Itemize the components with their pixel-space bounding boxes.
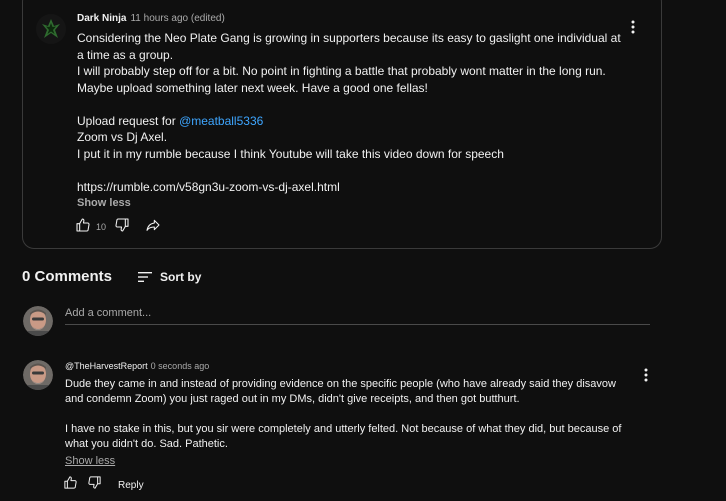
post-line: I put it in my rumble because I think Yo… bbox=[77, 146, 504, 161]
post-meta: Dark Ninja 11 hours ago (edited) bbox=[77, 13, 225, 24]
post-line: Considering the Neo Plate Gang is growin… bbox=[77, 31, 621, 62]
sort-icon bbox=[138, 271, 153, 282]
sort-by-button[interactable]: Sort by bbox=[138, 270, 201, 284]
comment-show-less[interactable]: Show less bbox=[65, 455, 115, 467]
post-actions: 10 bbox=[75, 217, 162, 238]
user-avatar[interactable] bbox=[23, 306, 53, 336]
comment-body: Dude they came in and instead of providi… bbox=[65, 377, 635, 452]
comment-author-handle[interactable]: @TheHarvestReport bbox=[65, 361, 148, 371]
comments-count: 0 Comments bbox=[22, 268, 113, 285]
add-comment-input[interactable]: Add a comment... bbox=[65, 307, 151, 319]
post-more-icon[interactable] bbox=[626, 18, 640, 36]
upload-request-line: Upload request for @meatball5336 bbox=[77, 113, 622, 130]
dislike-icon[interactable] bbox=[87, 475, 102, 495]
post-body: Considering the Neo Plate Gang is growin… bbox=[77, 30, 622, 212]
post-time[interactable]: 11 hours ago (edited) bbox=[130, 13, 224, 24]
comments-header: 0 Comments Sort by bbox=[22, 268, 201, 285]
reply-button[interactable]: Reply bbox=[118, 480, 144, 491]
comment-meta: @TheHarvestReport 0 seconds ago bbox=[65, 361, 209, 371]
like-count: 10 bbox=[96, 222, 107, 232]
post-line: I will probably step off for a bit. No p… bbox=[77, 64, 606, 78]
post-line: Maybe upload something later next week. … bbox=[77, 80, 428, 95]
post-show-less[interactable]: Show less bbox=[77, 195, 622, 212]
post-author-name[interactable]: Dark Ninja bbox=[77, 13, 126, 24]
post-author-avatar[interactable] bbox=[36, 14, 66, 44]
comment-more-icon[interactable] bbox=[639, 366, 653, 384]
add-comment-underline bbox=[65, 324, 650, 325]
comment-actions: Reply bbox=[63, 476, 144, 494]
like-icon[interactable] bbox=[63, 475, 78, 495]
post-line: Zoom vs Dj Axel. bbox=[77, 130, 168, 144]
comment-paragraph: Dude they came in and instead of providi… bbox=[65, 378, 616, 405]
comment-time[interactable]: 0 seconds ago bbox=[151, 361, 210, 371]
mention-link[interactable]: @meatball5336 bbox=[179, 114, 263, 128]
dislike-icon[interactable] bbox=[114, 217, 130, 238]
share-icon[interactable] bbox=[144, 217, 162, 238]
upload-request-text: Upload request for bbox=[77, 113, 180, 128]
rumble-link[interactable]: https://rumble.com/v58gn3u-zoom-vs-dj-ax… bbox=[77, 179, 622, 196]
commenter-avatar[interactable] bbox=[23, 360, 53, 390]
sort-by-label: Sort by bbox=[160, 269, 202, 284]
comment-paragraph: I have no stake in this, but you sir wer… bbox=[65, 423, 622, 450]
like-icon[interactable] bbox=[75, 217, 91, 238]
